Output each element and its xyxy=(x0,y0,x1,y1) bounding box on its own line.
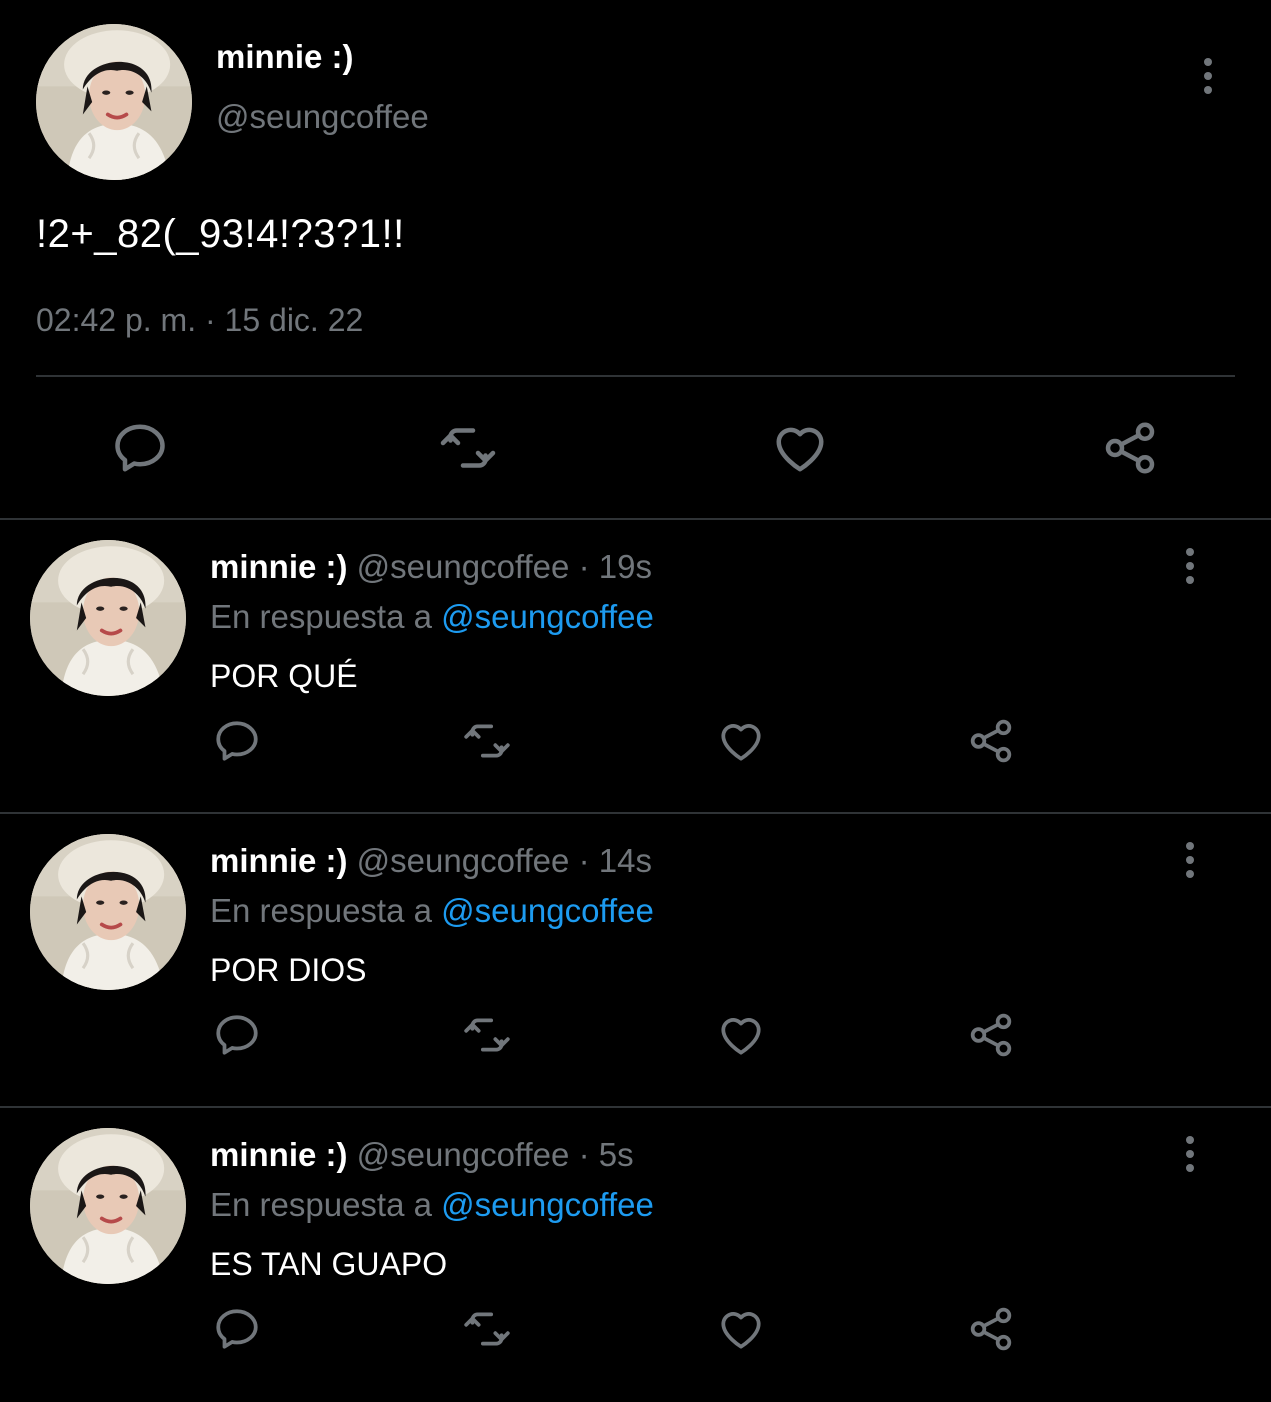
retweet-icon[interactable] xyxy=(438,418,498,478)
more-options-icon[interactable] xyxy=(1174,840,1206,880)
share-icon[interactable] xyxy=(966,716,1016,766)
author-handle[interactable]: @seungcoffee xyxy=(357,1136,570,1173)
meta-separator: · xyxy=(578,1136,590,1173)
reply-text: POR QUÉ xyxy=(210,658,358,694)
reply-icon[interactable] xyxy=(212,716,262,766)
mention-link[interactable]: @seungcoffee xyxy=(441,598,654,635)
retweet-icon[interactable] xyxy=(462,1304,512,1354)
meta-separator: · xyxy=(578,842,590,879)
reply-icon[interactable] xyxy=(212,1010,262,1060)
reply-text: ES TAN GUAPO xyxy=(210,1246,448,1282)
reply-time[interactable]: 5s xyxy=(599,1136,634,1173)
more-options-icon[interactable] xyxy=(1174,1134,1206,1174)
retweet-icon[interactable] xyxy=(462,1010,512,1060)
reply-text: POR DIOS xyxy=(210,952,367,988)
like-icon[interactable] xyxy=(716,716,766,766)
more-options-icon[interactable] xyxy=(1174,546,1206,586)
like-icon[interactable] xyxy=(716,1010,766,1060)
reply-tweet[interactable]: minnie :) @seungcoffee · 19s En respuest… xyxy=(0,520,1271,814)
main-tweet: minnie :) @seungcoffee !2+_82(_93!4!?3?1… xyxy=(0,0,1271,520)
avatar[interactable] xyxy=(30,834,186,990)
in-reply-prefix: En respuesta a xyxy=(210,1186,432,1223)
meta-separator: · xyxy=(578,548,590,585)
author-name[interactable]: minnie :) xyxy=(210,548,348,585)
reply-time[interactable]: 14s xyxy=(599,842,652,879)
retweet-icon[interactable] xyxy=(462,716,512,766)
more-options-icon[interactable] xyxy=(1192,56,1224,96)
tweet-timestamp: 02:42 p. m. · 15 dic. 22 xyxy=(36,302,363,339)
reply-tweet[interactable]: minnie :) @seungcoffee · 14s En respuest… xyxy=(0,814,1271,1108)
tweet-text: !2+_82(_93!4!?3?1!! xyxy=(36,212,405,256)
reply-header: minnie :) @seungcoffee · 14s xyxy=(210,842,652,880)
author-name[interactable]: minnie :) xyxy=(210,1136,348,1173)
reply-time[interactable]: 19s xyxy=(599,548,652,585)
reply-header: minnie :) @seungcoffee · 19s xyxy=(210,548,652,586)
meta-separator: · xyxy=(204,302,216,338)
in-reply-to: En respuesta a @seungcoffee xyxy=(210,892,654,930)
reply-icon[interactable] xyxy=(110,418,170,478)
in-reply-prefix: En respuesta a xyxy=(210,598,432,635)
in-reply-to: En respuesta a @seungcoffee xyxy=(210,598,654,636)
author-handle[interactable]: @seungcoffee xyxy=(357,842,570,879)
tweet-time: 02:42 p. m. xyxy=(36,302,197,338)
mention-link[interactable]: @seungcoffee xyxy=(441,892,654,929)
in-reply-to: En respuesta a @seungcoffee xyxy=(210,1186,654,1224)
divider xyxy=(36,375,1235,377)
share-icon[interactable] xyxy=(966,1010,1016,1060)
author-handle[interactable]: @seungcoffee xyxy=(357,548,570,585)
avatar[interactable] xyxy=(36,24,192,180)
like-icon[interactable] xyxy=(716,1304,766,1354)
share-icon[interactable] xyxy=(966,1304,1016,1354)
reply-header: minnie :) @seungcoffee · 5s xyxy=(210,1136,634,1174)
like-icon[interactable] xyxy=(770,418,830,478)
in-reply-prefix: En respuesta a xyxy=(210,892,432,929)
reply-tweet[interactable]: minnie :) @seungcoffee · 5s En respuesta… xyxy=(0,1108,1271,1402)
avatar[interactable] xyxy=(30,540,186,696)
tweet-date[interactable]: 15 dic. 22 xyxy=(225,302,364,338)
share-icon[interactable] xyxy=(1100,418,1160,478)
author-name[interactable]: minnie :) xyxy=(216,38,354,76)
author-handle[interactable]: @seungcoffee xyxy=(216,98,429,136)
reply-icon[interactable] xyxy=(212,1304,262,1354)
author-name[interactable]: minnie :) xyxy=(210,842,348,879)
avatar[interactable] xyxy=(30,1128,186,1284)
mention-link[interactable]: @seungcoffee xyxy=(441,1186,654,1223)
